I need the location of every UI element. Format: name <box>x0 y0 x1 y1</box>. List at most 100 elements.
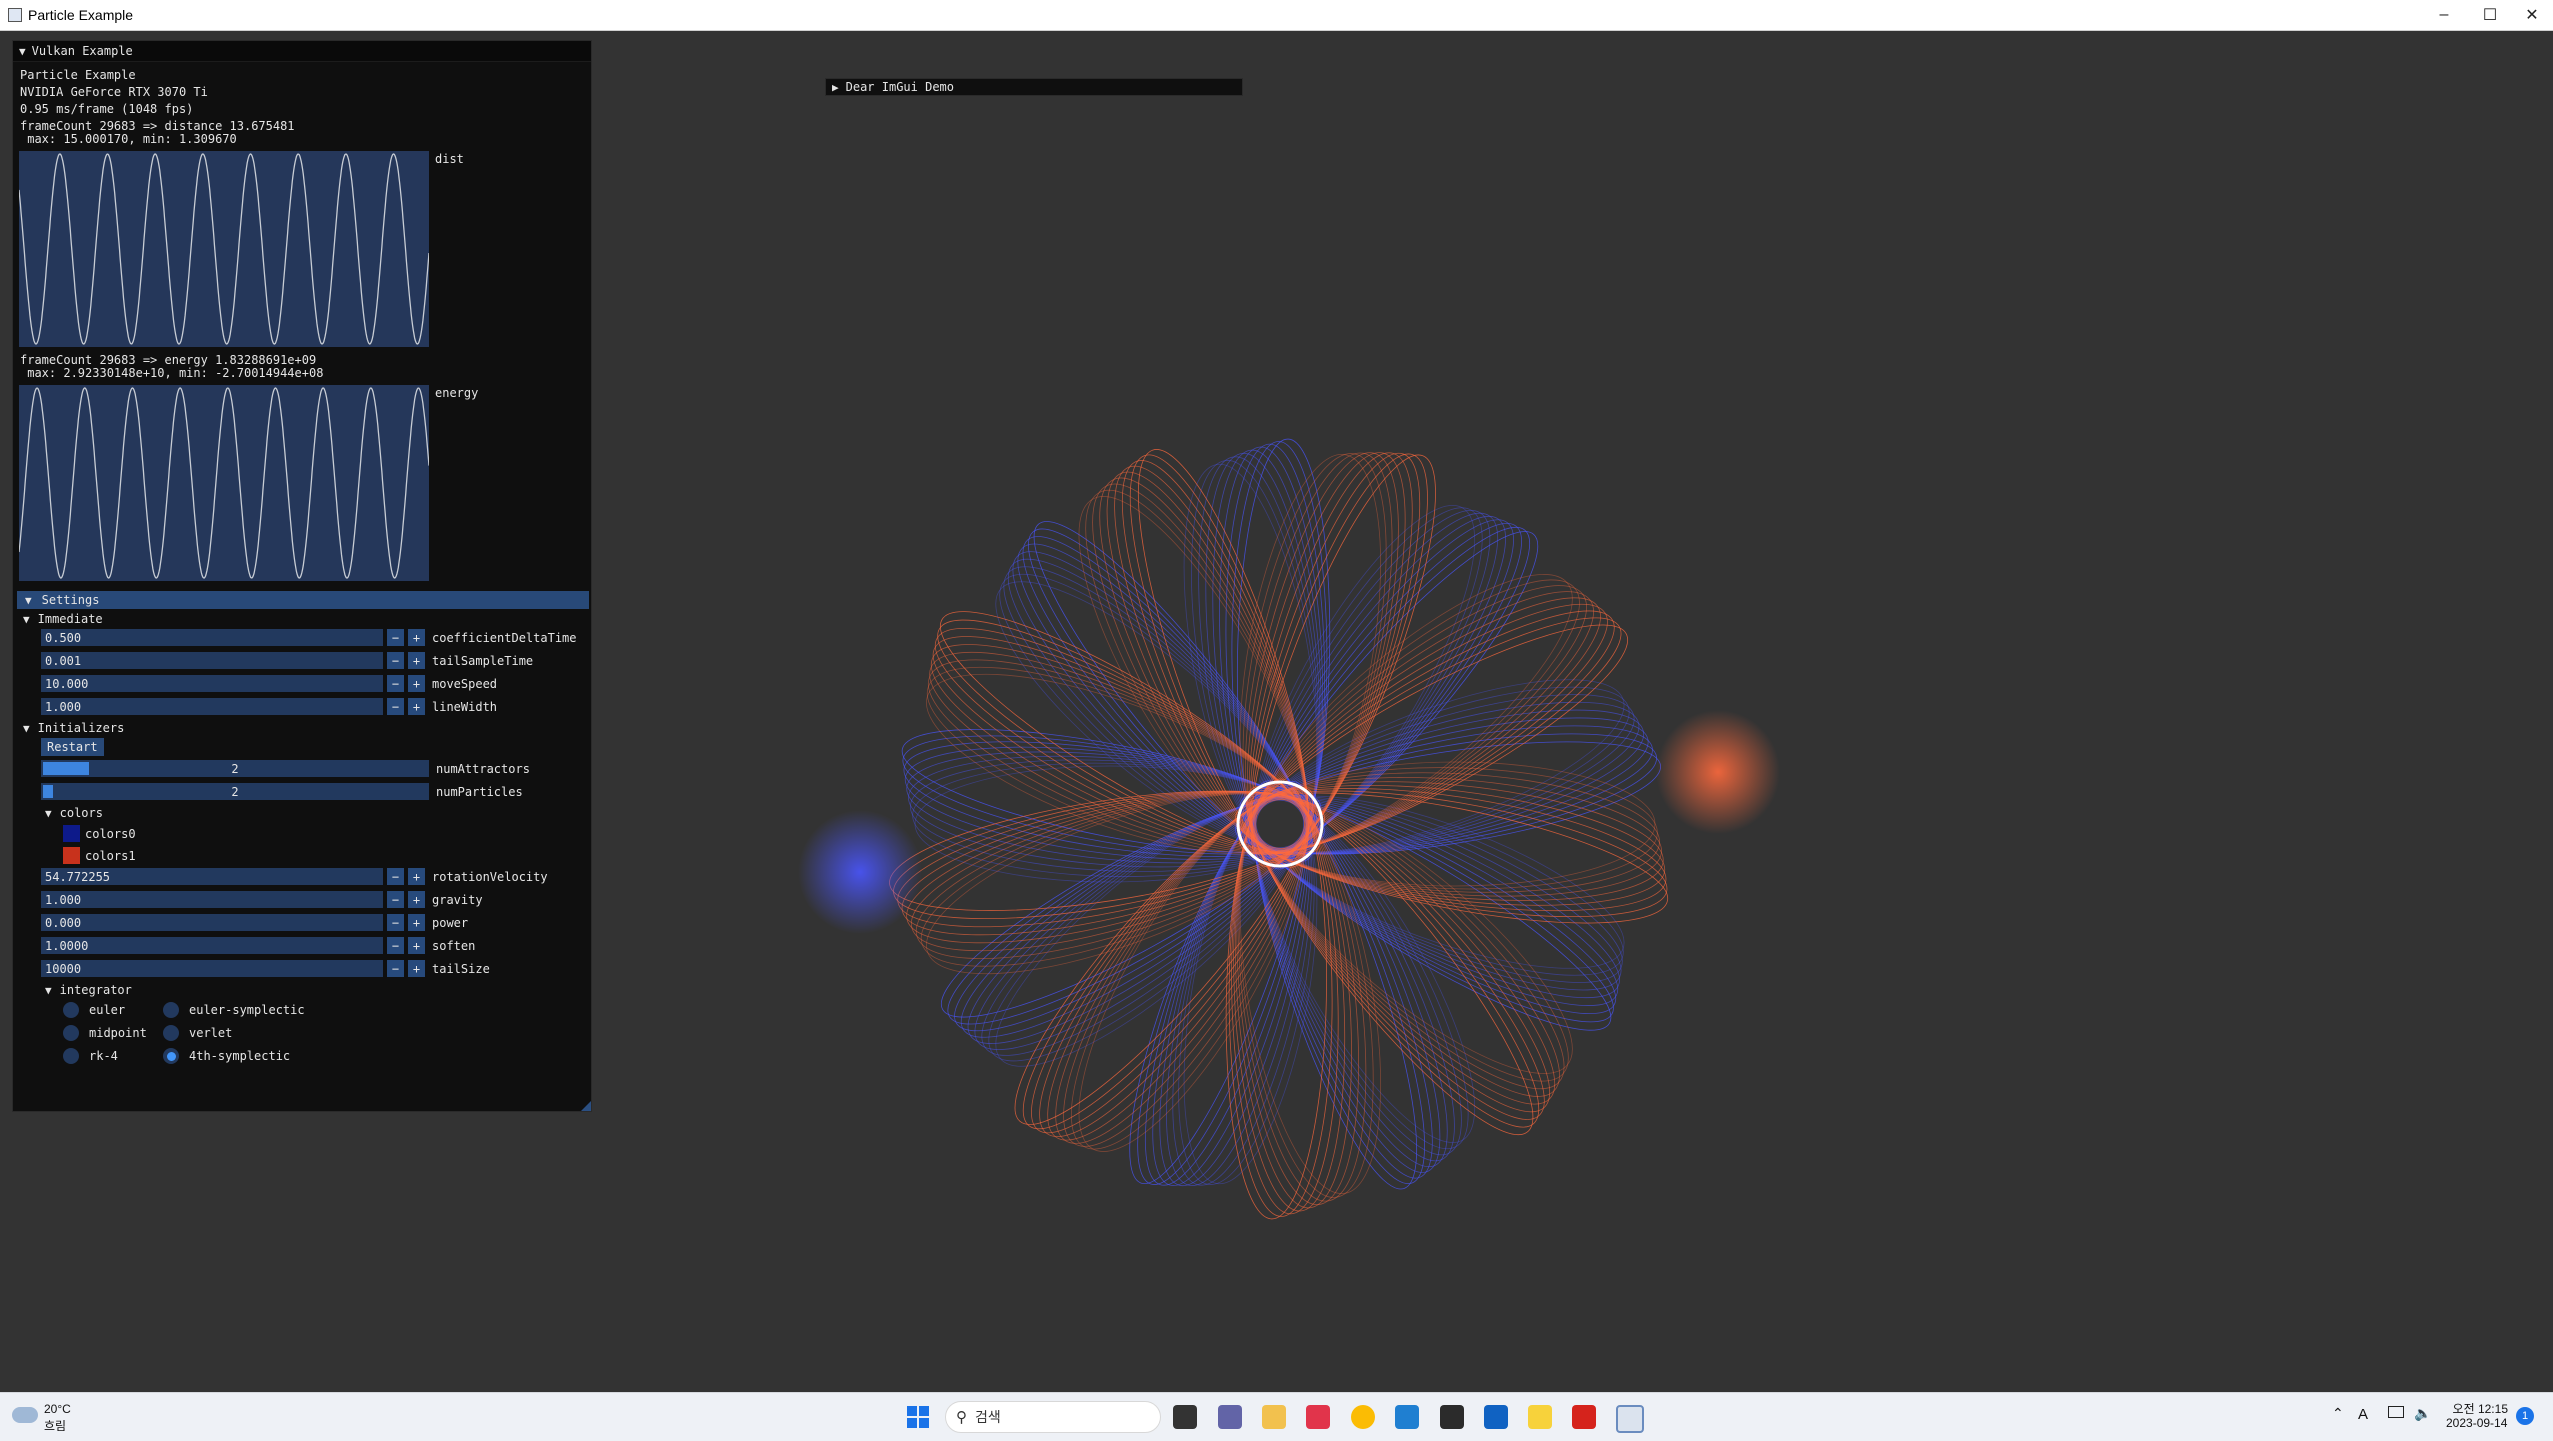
collapse-arrow-icon[interactable]: ▼ <box>19 45 26 58</box>
tail-size-label: tailSize <box>432 961 490 976</box>
trail-ellipse <box>1022 787 1314 1130</box>
num-attractors-slider[interactable]: 2 <box>41 760 429 777</box>
slider-grab[interactable] <box>43 762 90 775</box>
file-explorer-icon[interactable] <box>1262 1405 1286 1429</box>
volume-icon[interactable]: 🔈 <box>2414 1405 2431 1422</box>
restart-button[interactable]: Restart <box>41 738 104 756</box>
trail-ellipse <box>937 619 1320 855</box>
coefficient-delta-time-input[interactable]: 0.500 <box>41 629 383 646</box>
increment-button[interactable]: + <box>408 914 425 931</box>
cloud-icon[interactable] <box>12 1407 38 1423</box>
resize-grip[interactable] <box>581 1101 591 1111</box>
maximize-icon: ☐ <box>2482 7 2498 24</box>
weather-desc[interactable]: 흐림 <box>44 1417 66 1434</box>
vulkan-example-window[interactable]: ▼ Vulkan Example Particle Example NVIDIA… <box>12 40 592 1112</box>
window-titlebar[interactable]: Particle Example – ☐ ✕ <box>0 0 2553 31</box>
color-swatch-0[interactable] <box>63 825 80 842</box>
demo-window-title: Dear ImGui Demo <box>845 80 954 94</box>
clock-time[interactable]: 오전 12:15 <box>2450 1400 2508 1417</box>
integrator-radio-midpoint[interactable]: midpoint <box>63 1025 147 1041</box>
chevron-up-icon[interactable]: ⌃ <box>2332 1405 2344 1422</box>
terminal-icon[interactable] <box>1440 1405 1464 1429</box>
num-particles-slider[interactable]: 2 <box>41 783 429 800</box>
search-icon: ⚲ <box>956 1409 967 1426</box>
colors0-label: colors0 <box>85 827 136 841</box>
decrement-button[interactable]: − <box>387 891 404 908</box>
decrement-button[interactable]: − <box>387 868 404 885</box>
mail-icon[interactable] <box>1484 1405 1508 1429</box>
vscode-icon[interactable] <box>1395 1405 1419 1429</box>
integrator-radio-euler[interactable]: euler <box>63 1002 125 1018</box>
window-title-bar[interactable]: ▼ Vulkan Example <box>13 41 591 62</box>
decrement-button[interactable]: − <box>387 698 404 715</box>
increment-button[interactable]: + <box>408 937 425 954</box>
rotation-velocity-value: 54.772255 <box>45 869 111 884</box>
frame-time: 0.95 ms/frame (1048 fps) <box>20 102 194 116</box>
ime-indicator[interactable]: A <box>2358 1406 2368 1423</box>
decrement-button[interactable]: − <box>387 652 404 669</box>
close-button[interactable]: ✕ <box>2509 0 2553 30</box>
energy-plot[interactable] <box>19 385 429 581</box>
orange-attractor <box>1656 710 1780 834</box>
integrator-tree-node[interactable]: ▼ integrator <box>45 983 132 997</box>
slider-grab[interactable] <box>43 785 53 798</box>
minimize-icon: – <box>2439 6 2449 23</box>
increment-button[interactable]: + <box>408 652 425 669</box>
taskbar-search[interactable]: ⚲ 검색 <box>945 1401 1161 1433</box>
expand-arrow-icon[interactable]: ▶ <box>832 81 839 94</box>
notes-icon[interactable] <box>1528 1405 1552 1429</box>
decrement-button[interactable]: − <box>387 914 404 931</box>
vulkan-app-icon[interactable] <box>1616 1405 1644 1433</box>
particle-scene[interactable] <box>760 340 1800 1320</box>
integrator-radio-verlet[interactable]: verlet <box>163 1025 232 1041</box>
soften-input[interactable]: 1.0000 <box>41 937 383 954</box>
imgui-demo-window[interactable]: ▶ Dear ImGui Demo <box>825 78 1243 96</box>
colors-tree-node[interactable]: ▼ colors <box>45 806 103 820</box>
clock-date[interactable]: 2023-09-14 <box>2446 1416 2507 1430</box>
colors-label: colors <box>59 806 103 820</box>
notification-badge[interactable]: 1 <box>2516 1407 2534 1425</box>
increment-button[interactable]: + <box>408 891 425 908</box>
weather-temp[interactable]: 20°C <box>44 1402 71 1416</box>
tail-sample-time-input[interactable]: 0.001 <box>41 652 383 669</box>
energy-range: max: 2.92330148e+10, min: -2.70014944e+0… <box>20 366 324 380</box>
color-swatch-1[interactable] <box>63 847 80 864</box>
increment-button[interactable]: + <box>408 960 425 977</box>
rotation-velocity-input[interactable]: 54.772255 <box>41 868 383 885</box>
energy-plot-label: energy <box>435 386 479 400</box>
chrome-icon[interactable] <box>1351 1405 1375 1429</box>
move-speed-input[interactable]: 10.000 <box>41 675 383 692</box>
increment-button[interactable]: + <box>408 629 425 646</box>
increment-button[interactable]: + <box>408 868 425 885</box>
move-speed-row: 10.000 − + moveSpeed <box>41 675 497 692</box>
line-width-input[interactable]: 1.000 <box>41 698 383 715</box>
start-icon[interactable] <box>906 1405 930 1429</box>
search-placeholder: 검색 <box>975 1409 1001 1425</box>
chat-icon[interactable] <box>1218 1405 1242 1429</box>
immediate-tree-node[interactable]: ▼ Immediate <box>23 612 103 626</box>
network-icon[interactable] <box>2388 1406 2404 1418</box>
initializers-tree-node[interactable]: ▼ Initializers <box>23 721 124 735</box>
gravity-input[interactable]: 1.000 <box>41 891 383 908</box>
increment-button[interactable]: + <box>408 698 425 715</box>
settings-header[interactable]: ▼ Settings <box>17 591 589 609</box>
integrator-radio-rk4[interactable]: rk-4 <box>63 1048 118 1064</box>
acrobat-icon[interactable] <box>1572 1405 1596 1429</box>
decrement-button[interactable]: − <box>387 960 404 977</box>
soften-row: 1.0000 − + soften <box>41 937 475 954</box>
decrement-button[interactable]: − <box>387 675 404 692</box>
dist-plot[interactable] <box>19 151 429 347</box>
task-view-icon[interactable] <box>1173 1405 1197 1429</box>
maximize-button[interactable]: ☐ <box>2467 0 2513 30</box>
integrator-radio-euler-symplectic[interactable]: euler-symplectic <box>163 1002 305 1018</box>
tail-size-input[interactable]: 10000 <box>41 960 383 977</box>
decrement-button[interactable]: − <box>387 629 404 646</box>
decrement-button[interactable]: − <box>387 937 404 954</box>
power-input[interactable]: 0.000 <box>41 914 383 931</box>
snipping-tool-icon[interactable] <box>1306 1405 1330 1429</box>
move-speed-value: 10.000 <box>45 676 89 691</box>
increment-button[interactable]: + <box>408 675 425 692</box>
minimize-button[interactable]: – <box>2421 0 2467 30</box>
integrator-radio-4th-symplectic[interactable]: 4th-symplectic <box>163 1048 290 1064</box>
tail-sample-time-label: tailSampleTime <box>432 653 534 668</box>
